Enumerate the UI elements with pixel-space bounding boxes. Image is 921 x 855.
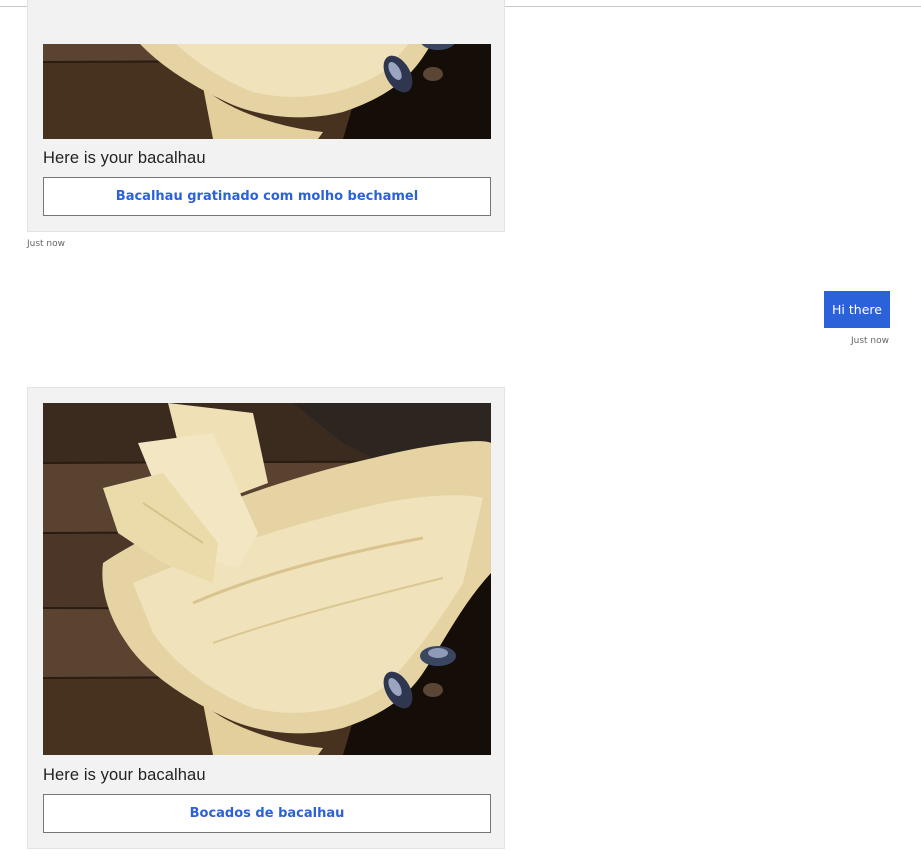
bacalhau-image (43, 44, 491, 139)
bot-message-card: Here is your bacalhau Bacalhau gratinado… (27, 0, 505, 232)
recipe-option-button[interactable]: Bocados de bacalhau (43, 794, 491, 833)
card-message-text: Here is your bacalhau (43, 766, 206, 784)
message-timestamp: Just now (27, 239, 66, 249)
recipe-option-button[interactable]: Bacalhau gratinado com molho bechamel (43, 177, 491, 216)
bot-message-card: Here is your bacalhau Bocados de bacalha… (27, 387, 505, 849)
card-message-text: Here is your bacalhau (43, 149, 206, 167)
user-message-bubble: Hi there (824, 291, 890, 328)
message-timestamp: Just now (851, 336, 890, 346)
bacalhau-image (43, 403, 491, 755)
